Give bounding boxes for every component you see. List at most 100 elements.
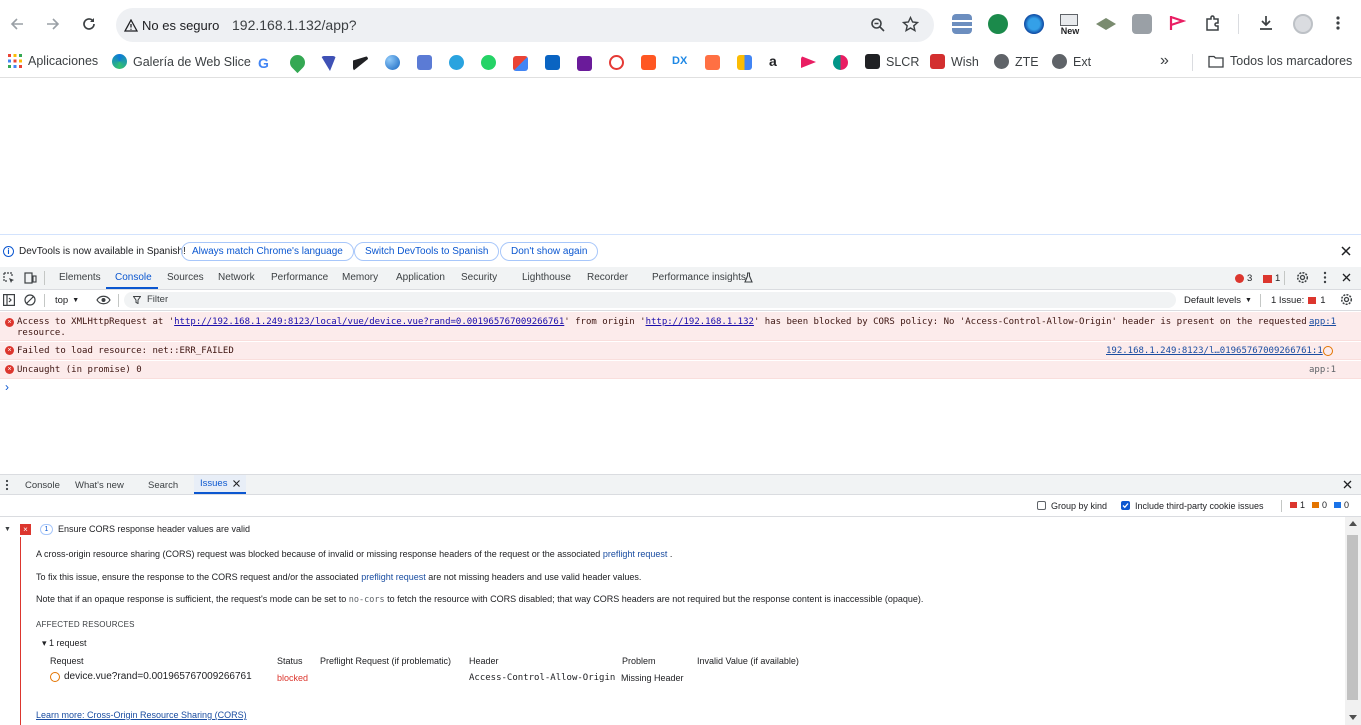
bookmark-all[interactable]: Todos los marcadores [1208, 54, 1352, 68]
filter-input[interactable]: Filter [124, 292, 1176, 308]
extension-bird-icon[interactable] [1096, 18, 1116, 30]
settings-gear-icon[interactable] [1296, 271, 1309, 284]
outlook-icon[interactable] [545, 55, 560, 70]
bookmark-e-icon[interactable] [609, 55, 624, 70]
dont-show-again-button[interactable]: Don't show again [500, 242, 599, 261]
translate-icon[interactable] [417, 55, 432, 70]
tab-elements[interactable]: Elements [59, 272, 101, 283]
issues-link[interactable]: 1 Issue: 1 [1271, 295, 1326, 306]
telegram-icon[interactable] [449, 55, 464, 70]
group-by-kind-checkbox[interactable] [1037, 501, 1046, 510]
source-link[interactable]: app:1 [1309, 365, 1336, 375]
preflight-link[interactable]: preflight request [361, 572, 426, 582]
url-text[interactable]: 192.168.1.132/app? [232, 17, 357, 33]
scrollbar-thumb[interactable] [1347, 535, 1358, 700]
extension-new-button[interactable]: New [1058, 14, 1082, 40]
maps-pin-icon[interactable] [286, 51, 309, 74]
bookmark-fav-4-icon[interactable] [353, 56, 368, 71]
bookmark-ext[interactable]: Ext [1052, 54, 1091, 69]
third-party-cookie-checkbox[interactable] [1121, 501, 1130, 510]
tab-console[interactable]: Console [115, 272, 152, 283]
drawer-tab-console[interactable]: Console [25, 480, 60, 491]
scroll-up-arrow-icon[interactable] [1349, 521, 1357, 526]
flag-pink-icon[interactable] [801, 56, 816, 68]
console-prompt[interactable]: › [5, 380, 9, 394]
origin-url-link[interactable]: http://192.168.1.132 [646, 317, 754, 327]
switch-to-spanish-button[interactable]: Switch DevTools to Spanish [354, 242, 500, 261]
error-counter[interactable]: 3 [1235, 273, 1252, 284]
bookmark-apps[interactable]: Aplicaciones [8, 54, 98, 68]
profile-avatar[interactable] [1293, 14, 1313, 34]
console-settings-gear-icon[interactable] [1340, 293, 1353, 306]
back-button[interactable] [5, 12, 29, 36]
tab-sources[interactable]: Sources [167, 272, 204, 283]
device-toolbar-icon[interactable] [24, 272, 37, 284]
preflight-link[interactable]: preflight request [603, 549, 668, 559]
requests-toggle[interactable]: ▾ 1 request [42, 638, 87, 649]
bookmark-zte[interactable]: ZTE [994, 54, 1039, 69]
sidebar-toggle-icon[interactable] [3, 294, 15, 306]
tab-application[interactable]: Application [396, 272, 445, 283]
bg-icon[interactable] [705, 55, 720, 70]
extensions-puzzle-icon[interactable] [1204, 14, 1224, 34]
omnibox[interactable]: No es seguro 192.168.1.132/app? [116, 8, 934, 42]
close-tab-icon[interactable] [233, 480, 241, 487]
extension-flag-icon[interactable] [1168, 14, 1188, 34]
close-drawer-icon[interactable] [1343, 480, 1352, 489]
extension-gray-icon[interactable] [1132, 14, 1152, 34]
bookmark-fav-3-icon[interactable] [321, 56, 336, 71]
drawer-tab-whats-new[interactable]: What's new [75, 480, 124, 491]
request-url-link[interactable]: http://192.168.1.249:8123/local/vue/devi… [174, 317, 564, 327]
reload-button[interactable] [77, 12, 101, 36]
issues-scrollbar[interactable] [1345, 517, 1361, 725]
tab-memory[interactable]: Memory [342, 272, 378, 283]
shopping-bag-icon[interactable] [641, 55, 656, 70]
affected-request-cell[interactable]: device.vue?rand=0.001965767009266761 [50, 671, 252, 682]
issue-header[interactable]: ▼ × 1 Ensure CORS response header values… [4, 522, 250, 536]
extension-g-icon[interactable] [988, 14, 1008, 34]
tab-network[interactable]: Network [218, 272, 255, 283]
close-infobar-icon[interactable] [1341, 246, 1351, 256]
download-icon[interactable] [1257, 14, 1277, 34]
tab-performance[interactable]: Performance [271, 272, 328, 283]
security-chip[interactable]: No es seguro [124, 14, 225, 36]
inspect-element-icon[interactable] [3, 272, 15, 284]
gift-bag-icon[interactable] [737, 55, 752, 70]
extension-globe-icon[interactable] [1024, 14, 1044, 34]
tab-security[interactable]: Security [461, 272, 497, 283]
google-g-icon[interactable]: G [258, 55, 273, 71]
live-expression-eye-icon[interactable] [96, 295, 111, 305]
context-selector[interactable]: top ▼ [55, 295, 79, 306]
source-link[interactable]: app:1 [1309, 317, 1336, 327]
network-request-icon[interactable] [1323, 346, 1333, 356]
dx-icon[interactable]: DX [672, 55, 687, 67]
amazon-icon[interactable]: a [769, 53, 777, 69]
bookmark-wish[interactable]: Wish [930, 54, 979, 69]
issue-counter[interactable]: 1 [1263, 273, 1280, 284]
tab-performance-insights[interactable]: Performance insights [652, 272, 746, 283]
tab-lighthouse[interactable]: Lighthouse [522, 272, 571, 283]
gmail-icon[interactable] [513, 56, 528, 71]
always-match-language-button[interactable]: Always match Chrome's language [181, 242, 354, 261]
clear-console-icon[interactable] [24, 294, 36, 306]
bookmark-fav-5-icon[interactable] [385, 55, 400, 70]
drawer-tab-search[interactable]: Search [148, 480, 178, 491]
customize-menu-icon[interactable] [1322, 271, 1328, 284]
extension-stack-icon[interactable] [952, 14, 972, 34]
zoom-icon[interactable] [870, 17, 886, 33]
drawer-tab-issues[interactable]: Issues [194, 475, 247, 494]
learn-more-link[interactable]: Learn more: Cross-Origin Resource Sharin… [36, 710, 247, 720]
whatsapp-icon[interactable] [481, 55, 496, 70]
bookmark-slcr[interactable]: SLCR [865, 54, 919, 69]
drawer-menu-icon[interactable] [5, 479, 9, 491]
bookmark-leaf-icon[interactable] [833, 55, 848, 70]
tab-recorder[interactable]: Recorder [587, 272, 628, 283]
scroll-down-arrow-icon[interactable] [1349, 715, 1357, 720]
log-levels-dropdown[interactable]: Default levels ▼ [1184, 295, 1252, 306]
source-link[interactable]: 192.168.1.249:8123/l…019657670092667​61:… [1106, 346, 1323, 356]
forward-button[interactable] [41, 12, 65, 36]
bookmarks-overflow-button[interactable]: » [1160, 52, 1169, 70]
mail-envelope-icon[interactable] [577, 56, 592, 71]
kebab-menu-icon[interactable] [1329, 14, 1349, 34]
star-bookmark-icon[interactable] [902, 16, 919, 33]
